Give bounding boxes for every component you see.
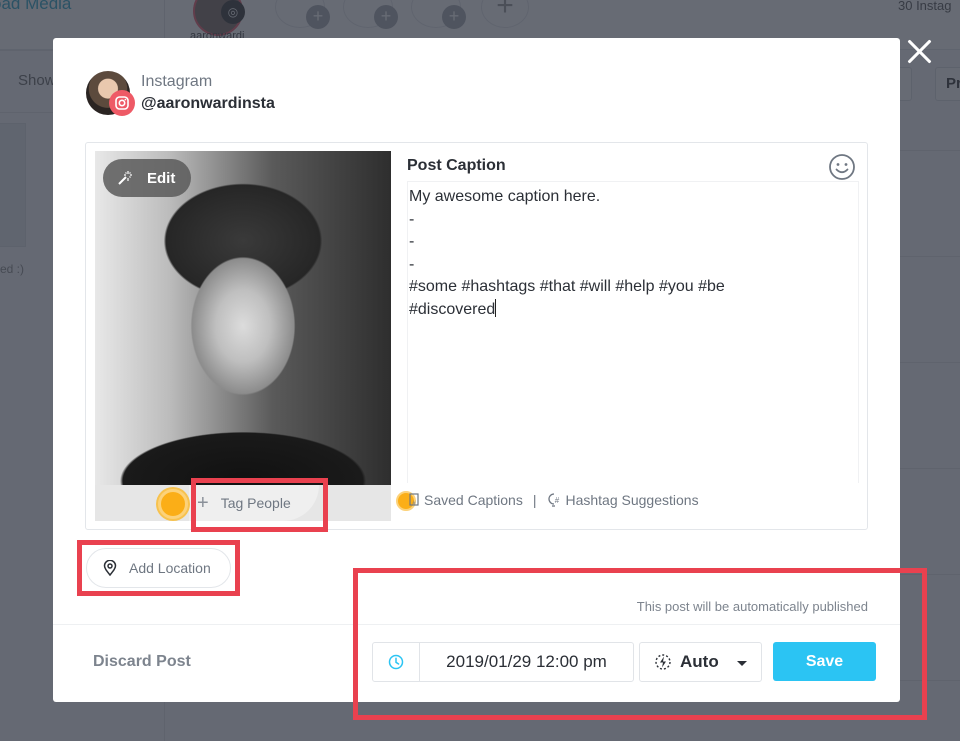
magic-wand-icon [118,171,132,185]
hashtag-suggestions-label: Hashtag Suggestions [565,492,699,508]
edit-image-button[interactable]: Edit [103,159,191,197]
schedule-datetime-picker[interactable]: 2019/01/29 12:00 pm [372,642,634,682]
caption-text: My awesome caption here. - - - #some #ha… [409,188,725,318]
edit-label: Edit [147,169,176,187]
caption-textarea[interactable]: My awesome caption here. - - - #some #ha… [407,181,859,483]
cursor-indicator [158,489,188,519]
account-network: Instagram [141,73,213,90]
footer-divider [53,624,900,625]
hashtag-bulb-icon: # [548,493,560,507]
save-button[interactable]: Save [773,642,876,681]
chevron-down-icon [737,661,747,666]
discard-post-button[interactable]: Discard Post [93,653,191,671]
hashtag-suggestions-button[interactable]: # Hashtag Suggestions [546,492,699,508]
emoji-picker-button[interactable] [828,153,856,181]
smiley-icon [829,154,855,180]
post-image[interactable] [95,151,391,485]
schedule-datetime-value: 2019/01/29 12:00 pm [446,652,607,671]
account-handle: @aaronwardinsta [141,95,275,112]
instagram-icon [109,90,135,116]
publish-note: This post will be automatically publishe… [636,599,868,614]
location-pin-icon [103,560,117,576]
tag-people-label: Tag People [220,495,291,511]
tools-separator: | [532,492,537,508]
saved-captions-icon: # [409,493,419,507]
saved-captions-label: Saved Captions [424,492,523,508]
caption-title: Post Caption [407,157,506,174]
plus-icon: + [197,492,209,514]
saved-captions-button[interactable]: # Saved Captions [407,492,523,508]
close-modal-button[interactable] [906,38,934,66]
tag-people-button[interactable]: + Tag People [189,485,319,521]
caption-tools: # Saved Captions | # Hashtag Suggestions [407,492,699,508]
text-caret [495,298,497,317]
add-location-label: Add Location [129,560,211,576]
add-location-button[interactable]: Add Location [86,548,231,588]
clock-icon [373,643,420,681]
post-editor: Edit + Tag People Post Caption My awesom… [85,142,868,530]
publish-mode-value: Auto [680,652,719,671]
publish-mode-select[interactable]: Auto [639,642,762,682]
auto-publish-icon [655,654,671,670]
svg-text:#: # [555,496,560,505]
post-editor-modal: Instagram @aaronwardinsta Edit + Tag Peo… [53,38,900,702]
svg-text:#: # [412,501,416,507]
